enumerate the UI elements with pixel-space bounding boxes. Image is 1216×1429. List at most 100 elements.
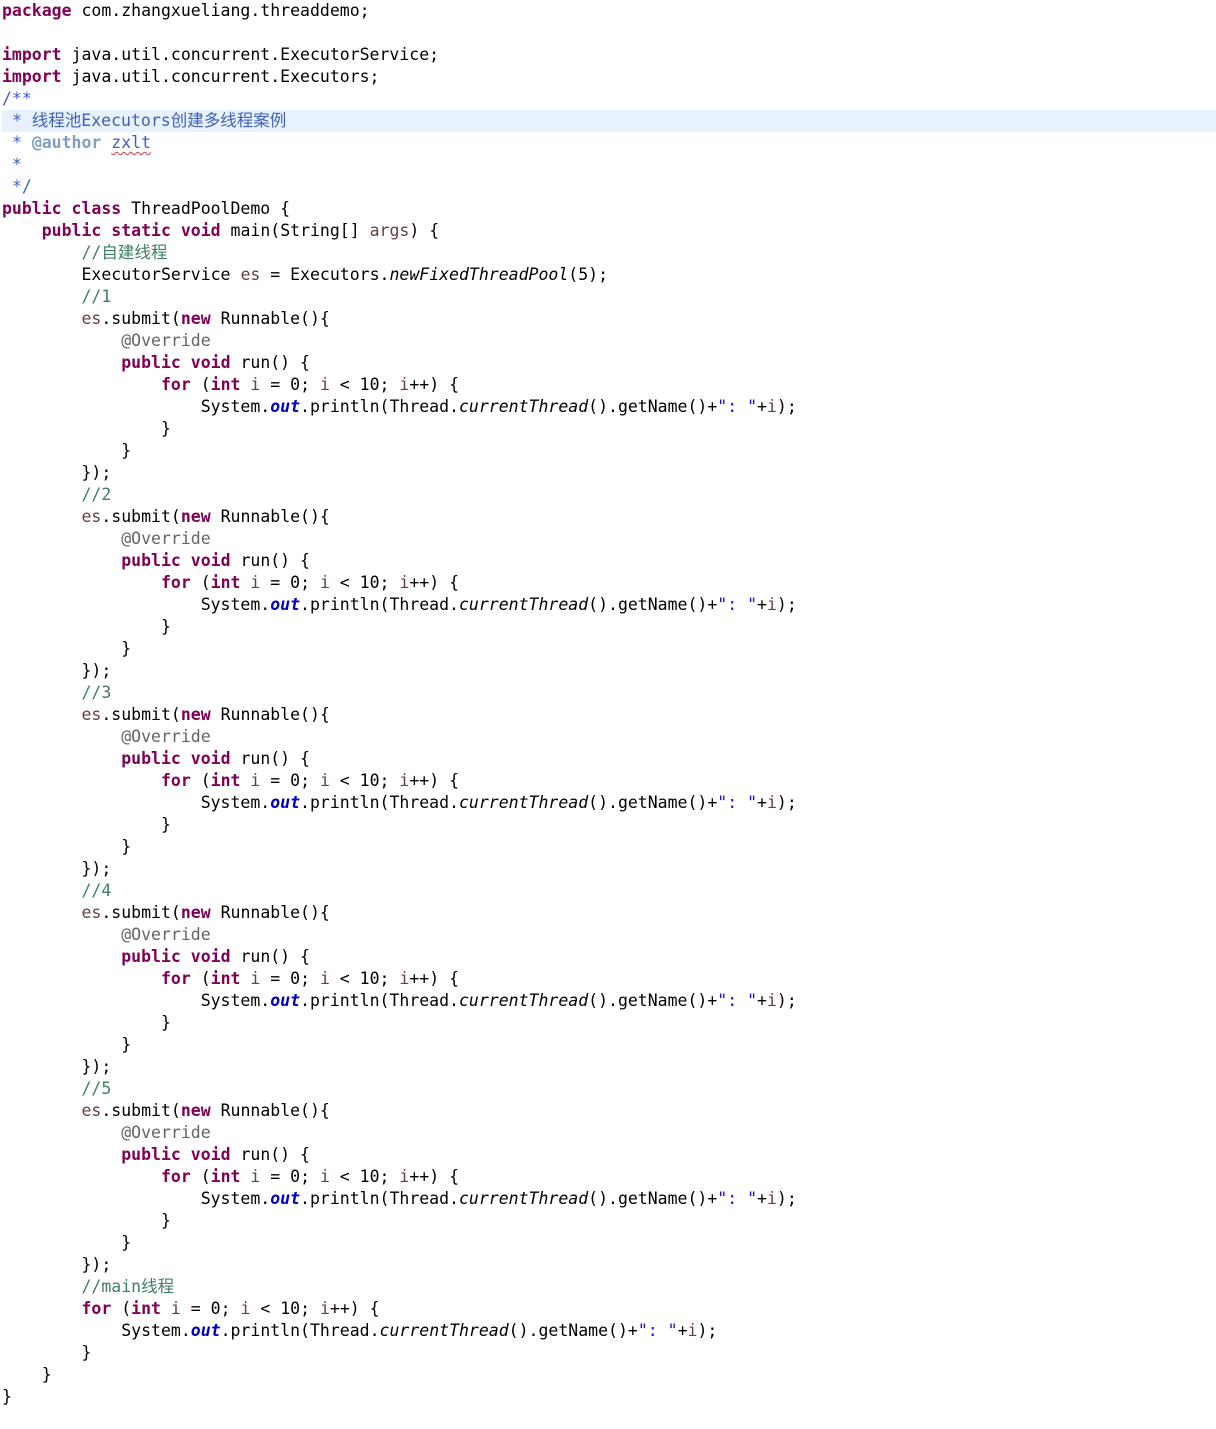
code-line[interactable]: //1 bbox=[2, 286, 1216, 308]
code-token: ().getName()+ bbox=[588, 397, 718, 416]
code-token: i bbox=[319, 1167, 330, 1186]
code-token: currentThread bbox=[459, 595, 589, 614]
code-line[interactable]: import java.util.concurrent.Executors; bbox=[2, 66, 1216, 88]
code-area[interactable]: package com.zhangxueliang.threaddemo; imp… bbox=[2, 0, 1216, 1408]
code-line[interactable] bbox=[2, 22, 1216, 44]
code-line[interactable]: } bbox=[2, 616, 1216, 638]
code-token: Runnable(){ bbox=[210, 309, 330, 328]
code-line[interactable]: } bbox=[2, 1012, 1216, 1034]
code-line[interactable]: } bbox=[2, 1210, 1216, 1232]
code-line[interactable]: } bbox=[2, 1364, 1216, 1386]
code-line[interactable]: //main线程 bbox=[2, 1276, 1216, 1298]
code-line[interactable]: for (int i = 0; i < 10; i++) { bbox=[2, 1166, 1216, 1188]
code-token: void bbox=[190, 1145, 231, 1164]
code-line[interactable]: public class ThreadPoolDemo { bbox=[2, 198, 1216, 220]
code-line[interactable]: } bbox=[2, 418, 1216, 440]
code-line[interactable]: @Override bbox=[2, 924, 1216, 946]
code-line[interactable]: }); bbox=[2, 660, 1216, 682]
code-line[interactable]: ExecutorService es = Executors.newFixedT… bbox=[2, 264, 1216, 286]
code-line[interactable]: @Override bbox=[2, 330, 1216, 352]
code-line[interactable]: }); bbox=[2, 858, 1216, 880]
code-token: ( bbox=[111, 1299, 132, 1318]
code-line[interactable]: //3 bbox=[2, 682, 1216, 704]
code-line[interactable]: }); bbox=[2, 1056, 1216, 1078]
code-token: @Override bbox=[121, 529, 211, 548]
code-line[interactable]: public void run() { bbox=[2, 946, 1216, 968]
code-token: new bbox=[180, 903, 211, 922]
code-line[interactable]: System.out.println(Thread.currentThread(… bbox=[2, 792, 1216, 814]
code-line[interactable]: //5 bbox=[2, 1078, 1216, 1100]
code-line[interactable]: package com.zhangxueliang.threaddemo; bbox=[2, 0, 1216, 22]
code-line[interactable]: public void run() { bbox=[2, 352, 1216, 374]
code-line[interactable]: for (int i = 0; i < 10; i++) { bbox=[2, 968, 1216, 990]
code-line[interactable]: //自建线程 bbox=[2, 242, 1216, 264]
code-token: //1 bbox=[81, 287, 112, 306]
code-line[interactable]: for (int i = 0; i < 10; i++) { bbox=[2, 572, 1216, 594]
code-token: .println(Thread. bbox=[300, 1189, 459, 1208]
code-token: } bbox=[121, 639, 132, 658]
code-line[interactable]: }); bbox=[2, 462, 1216, 484]
code-line[interactable]: */ bbox=[2, 176, 1216, 198]
code-line[interactable]: es.submit(new Runnable(){ bbox=[2, 902, 1216, 924]
code-line[interactable]: } bbox=[2, 440, 1216, 462]
code-line[interactable]: for (int i = 0; i < 10; i++) { bbox=[2, 374, 1216, 396]
code-line[interactable]: es.submit(new Runnable(){ bbox=[2, 704, 1216, 726]
code-token: i bbox=[399, 375, 410, 394]
code-token: ().getName()+ bbox=[588, 1189, 718, 1208]
code-line[interactable]: } bbox=[2, 814, 1216, 836]
code-line[interactable]: for (int i = 0; i < 10; i++) { bbox=[2, 770, 1216, 792]
code-line[interactable]: es.submit(new Runnable(){ bbox=[2, 506, 1216, 528]
code-line[interactable]: System.out.println(Thread.currentThread(… bbox=[2, 594, 1216, 616]
code-line[interactable]: } bbox=[2, 638, 1216, 660]
code-line[interactable]: System.out.println(Thread.currentThread(… bbox=[2, 1188, 1216, 1210]
code-line[interactable]: //4 bbox=[2, 880, 1216, 902]
code-line[interactable]: } bbox=[2, 1232, 1216, 1254]
code-line[interactable]: @Override bbox=[2, 726, 1216, 748]
code-line[interactable]: /** bbox=[2, 88, 1216, 110]
code-line[interactable]: }); bbox=[2, 1254, 1216, 1276]
code-line[interactable]: } bbox=[2, 1342, 1216, 1364]
code-line[interactable]: * bbox=[2, 154, 1216, 176]
code-token: new bbox=[180, 507, 211, 526]
code-line[interactable]: //2 bbox=[2, 484, 1216, 506]
code-line-current[interactable]: * 线程池Executors创建多线程案例 bbox=[2, 110, 1216, 132]
code-token: import bbox=[2, 67, 62, 86]
code-line[interactable]: } bbox=[2, 1386, 1216, 1408]
code-token: int bbox=[210, 1167, 241, 1186]
code-line[interactable]: System.out.println(Thread.currentThread(… bbox=[2, 1320, 1216, 1342]
code-token: //main线程 bbox=[81, 1277, 175, 1296]
code-line[interactable]: * @author zxlt bbox=[2, 132, 1216, 154]
code-token: }); bbox=[81, 1057, 112, 1076]
code-token: for bbox=[160, 1167, 191, 1186]
code-token: ThreadPoolDemo { bbox=[121, 199, 291, 218]
code-line[interactable]: } bbox=[2, 1034, 1216, 1056]
code-token: ++) { bbox=[409, 375, 460, 394]
code-editor[interactable]: package com.zhangxueliang.threaddemo; imp… bbox=[0, 0, 1216, 1429]
code-line[interactable]: for (int i = 0; i < 10; i++) { bbox=[2, 1298, 1216, 1320]
code-token: } bbox=[2, 1387, 12, 1406]
code-token: + bbox=[757, 397, 767, 416]
code-token: } bbox=[121, 1233, 132, 1252]
code-token: for bbox=[160, 771, 191, 790]
code-token: ); bbox=[776, 397, 797, 416]
code-token: @Override bbox=[121, 1123, 211, 1142]
code-line[interactable]: System.out.println(Thread.currentThread(… bbox=[2, 396, 1216, 418]
code-token: + bbox=[757, 595, 767, 614]
code-line[interactable]: } bbox=[2, 836, 1216, 858]
code-line[interactable]: public void run() { bbox=[2, 550, 1216, 572]
code-token: int bbox=[131, 1299, 161, 1318]
code-line[interactable]: import java.util.concurrent.ExecutorServ… bbox=[2, 44, 1216, 66]
code-line[interactable]: es.submit(new Runnable(){ bbox=[2, 1100, 1216, 1122]
code-line[interactable]: es.submit(new Runnable(){ bbox=[2, 308, 1216, 330]
code-token: .println(Thread. bbox=[300, 595, 459, 614]
code-line[interactable]: public static void main(String[] args) { bbox=[2, 220, 1216, 242]
code-line[interactable]: @Override bbox=[2, 528, 1216, 550]
code-line[interactable]: @Override bbox=[2, 1122, 1216, 1144]
code-token: * 线程池Executors创建多线程案例 bbox=[11, 111, 287, 130]
code-line[interactable]: public void run() { bbox=[2, 748, 1216, 770]
code-line[interactable]: public void run() { bbox=[2, 1144, 1216, 1166]
code-line[interactable]: System.out.println(Thread.currentThread(… bbox=[2, 990, 1216, 1012]
